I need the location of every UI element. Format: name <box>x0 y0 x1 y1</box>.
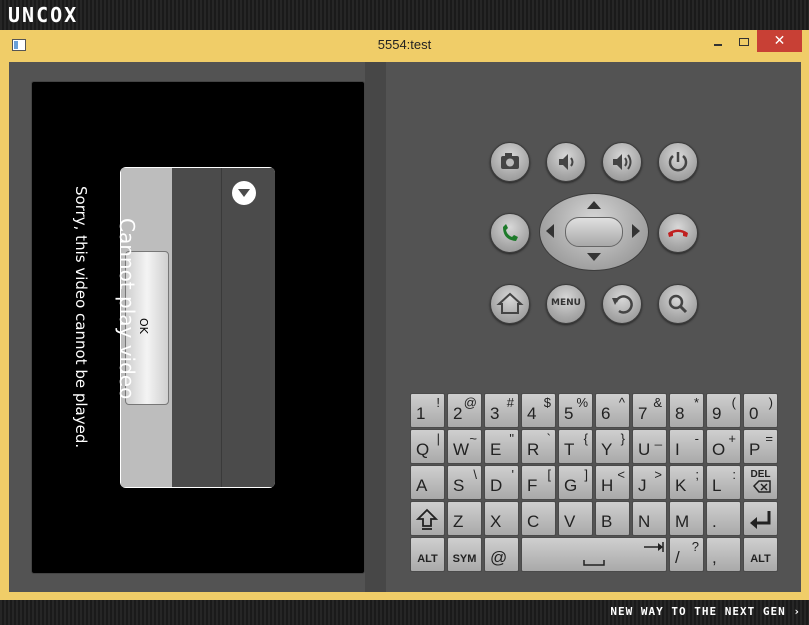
key-w[interactable]: W ~ <box>447 429 482 464</box>
key-p[interactable]: P = <box>743 429 778 464</box>
arrow-left-icon[interactable] <box>546 224 554 238</box>
key-d[interactable]: D ' <box>484 465 519 500</box>
key-q[interactable]: Q | <box>410 429 445 464</box>
key-comma[interactable]: , <box>706 537 741 572</box>
volume-up-icon <box>613 154 632 170</box>
minimize-button[interactable] <box>705 30 731 52</box>
key-t[interactable]: T{ <box>558 429 593 464</box>
key-l[interactable]: L: <box>706 465 741 500</box>
camera-button[interactable] <box>490 142 530 182</box>
key-s[interactable]: S \ <box>447 465 482 500</box>
key-space[interactable] <box>521 537 667 572</box>
maximize-button[interactable] <box>731 30 757 52</box>
key-7[interactable]: 7 & <box>632 393 667 428</box>
key-9[interactable]: 9( <box>706 393 741 428</box>
power-button[interactable] <box>658 142 698 182</box>
key-3[interactable]: 3 # <box>484 393 519 428</box>
key-alt-left[interactable]: ALT <box>410 537 445 572</box>
shift-icon <box>415 508 439 530</box>
key-enter[interactable] <box>743 501 778 536</box>
volume-down-button[interactable] <box>546 142 586 182</box>
key-j[interactable]: J > <box>632 465 667 500</box>
key-8[interactable]: 8 * <box>669 393 704 428</box>
brand-logo: UNCOX <box>8 3 79 27</box>
key-x[interactable]: X <box>484 501 519 536</box>
brand-tagline: NEW WAY TO THE NEXT GEN › <box>610 605 801 618</box>
close-button[interactable]: ✕ <box>757 30 802 52</box>
title-bar[interactable]: 5554:test ✕ <box>0 30 809 60</box>
key-m[interactable]: M <box>669 501 704 536</box>
menu-button[interactable]: MENU <box>546 284 586 324</box>
key-a[interactable]: A <box>410 465 445 500</box>
call-button[interactable] <box>490 213 530 253</box>
key-6[interactable]: 6 ^ <box>595 393 630 428</box>
key-5[interactable]: 5% <box>558 393 593 428</box>
key-4[interactable]: 4 $ <box>521 393 556 428</box>
key-f[interactable]: F[ <box>521 465 556 500</box>
key-z[interactable]: Z <box>447 501 482 536</box>
minimize-icon <box>714 43 722 46</box>
dialog-message: Sorry, this video cannot be played. <box>72 186 90 449</box>
key-0[interactable]: 0) <box>743 393 778 428</box>
window-title: 5554:test <box>377 37 432 52</box>
key-c[interactable]: C <box>521 501 556 536</box>
key-slash[interactable]: /? <box>669 537 704 572</box>
dpad-center-button[interactable] <box>565 217 623 247</box>
dialog-title-area <box>221 168 275 487</box>
key-e[interactable]: E " <box>484 429 519 464</box>
dialog-message-area <box>172 168 221 487</box>
hardware-keyboard: 1! 2 @ 3 # 4 $ 5% 6 ^ 7 & 8 * 9( 0) Q | W ~ E " R… <box>408 393 780 574</box>
arrow-down-icon[interactable] <box>587 253 601 261</box>
key-y[interactable]: Y} <box>595 429 630 464</box>
key-u[interactable]: U _ <box>632 429 667 464</box>
key-del[interactable]: DEL <box>743 465 778 500</box>
key-g[interactable]: G] <box>558 465 593 500</box>
backspace-icon <box>752 480 771 493</box>
hang-up-icon <box>668 229 688 237</box>
branding-top-bar: UNCOX <box>0 0 809 30</box>
back-button[interactable] <box>602 284 642 324</box>
space-icon <box>583 542 664 566</box>
key-i[interactable]: I- <box>669 429 704 464</box>
end-call-button[interactable] <box>658 213 698 253</box>
menu-label: MENU <box>551 298 581 308</box>
key-n[interactable]: N <box>632 501 667 536</box>
camera-icon <box>501 153 519 169</box>
home-button[interactable] <box>490 284 530 324</box>
key-2[interactable]: 2 @ <box>447 393 482 428</box>
dialog-title: Cannot play video <box>115 218 139 400</box>
key-v[interactable]: V <box>558 501 593 536</box>
key-period[interactable]: . <box>706 501 741 536</box>
key-h[interactable]: H < <box>595 465 630 500</box>
key-k[interactable]: K; <box>669 465 704 500</box>
maximize-icon <box>739 37 749 46</box>
enter-icon <box>750 511 771 529</box>
search-icon <box>668 294 688 314</box>
key-1[interactable]: 1! <box>410 393 445 428</box>
key-r[interactable]: R ` <box>521 429 556 464</box>
ok-button-label: OK <box>137 318 150 334</box>
key-alt-right[interactable]: ALT <box>743 537 778 572</box>
key-b[interactable]: B <box>595 501 630 536</box>
phone-icon <box>503 224 518 241</box>
key-at[interactable]: @ <box>484 537 519 572</box>
home-icon <box>496 292 524 314</box>
alert-icon <box>232 181 256 205</box>
key-o[interactable]: O + <box>706 429 741 464</box>
volume-up-button[interactable] <box>602 142 642 182</box>
arrow-right-icon[interactable] <box>632 224 640 238</box>
key-sym[interactable]: SYM <box>447 537 482 572</box>
back-icon <box>612 295 633 314</box>
search-button[interactable] <box>658 284 698 324</box>
power-icon <box>668 152 688 172</box>
arrow-up-icon[interactable] <box>587 201 601 209</box>
emulator-bezel <box>365 62 386 592</box>
volume-down-icon <box>559 154 574 170</box>
key-shift[interactable] <box>410 501 445 536</box>
branding-bottom-bar: NEW WAY TO THE NEXT GEN › <box>0 600 809 625</box>
